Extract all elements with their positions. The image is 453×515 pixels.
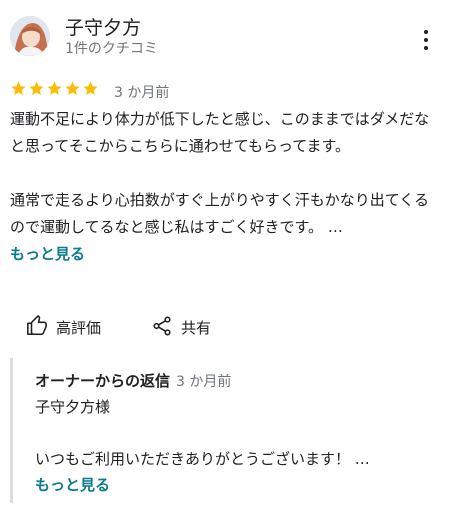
reviewer-review-count: 1件のクチコミ bbox=[65, 41, 158, 57]
owner-reply: オーナーからの返信 3 か月前 子守夕方様 いつもご利用いただきありがとうございま… bbox=[10, 358, 446, 503]
owner-reply-body: 子守夕方様 いつもご利用いただきありがとうございます！ … もっと見る bbox=[35, 394, 435, 498]
owner-reply-text: いつもご利用いただきありがとうございます！ … bbox=[35, 450, 370, 468]
review-text: 運動不足により体力が低下したと感じ、このままではダメだなと思ってそこからこちらに… bbox=[10, 106, 443, 268]
star-icon bbox=[65, 81, 80, 96]
review-paragraph: 通常で走るより心拍数がすぐ上がりやすく汗もかなり出てくるので運動してるなと感じ私… bbox=[10, 191, 429, 236]
review-header: 子守夕方 1件のクチコミ bbox=[10, 14, 443, 66]
reviewer-name[interactable]: 子守夕方 bbox=[65, 16, 141, 40]
star-icon bbox=[47, 81, 62, 96]
owner-reply-header: オーナーからの返信 3 か月前 bbox=[35, 370, 231, 391]
reviewer-avatar[interactable] bbox=[10, 16, 50, 56]
share-icon bbox=[153, 316, 171, 336]
thumb-up-icon bbox=[27, 315, 47, 336]
owner-reply-greeting: 子守夕方様 bbox=[35, 398, 111, 416]
share-button[interactable]: 共有 bbox=[151, 315, 221, 339]
owner-reply-date: 3 か月前 bbox=[176, 374, 232, 390]
review-paragraph: 運動不足により体力が低下したと感じ、このままではダメだなと思ってそこからこちらに… bbox=[10, 110, 430, 155]
star-icon bbox=[83, 81, 98, 96]
star-icon bbox=[11, 81, 26, 96]
owner-reply-label: オーナーからの返信 bbox=[35, 372, 171, 390]
star-rating bbox=[10, 80, 100, 100]
owner-reply-more-link[interactable]: もっと見る bbox=[35, 476, 110, 494]
star-icon bbox=[29, 81, 44, 96]
like-button[interactable]: 高評価 bbox=[26, 315, 116, 339]
review-more-link[interactable]: もっと見る bbox=[10, 245, 85, 263]
avatar-illustration bbox=[10, 16, 50, 56]
like-label: 高評価 bbox=[56, 319, 102, 337]
more-options-icon[interactable] bbox=[414, 28, 438, 52]
review-date: 3 か月前 bbox=[114, 85, 170, 101]
share-label: 共有 bbox=[181, 319, 212, 337]
